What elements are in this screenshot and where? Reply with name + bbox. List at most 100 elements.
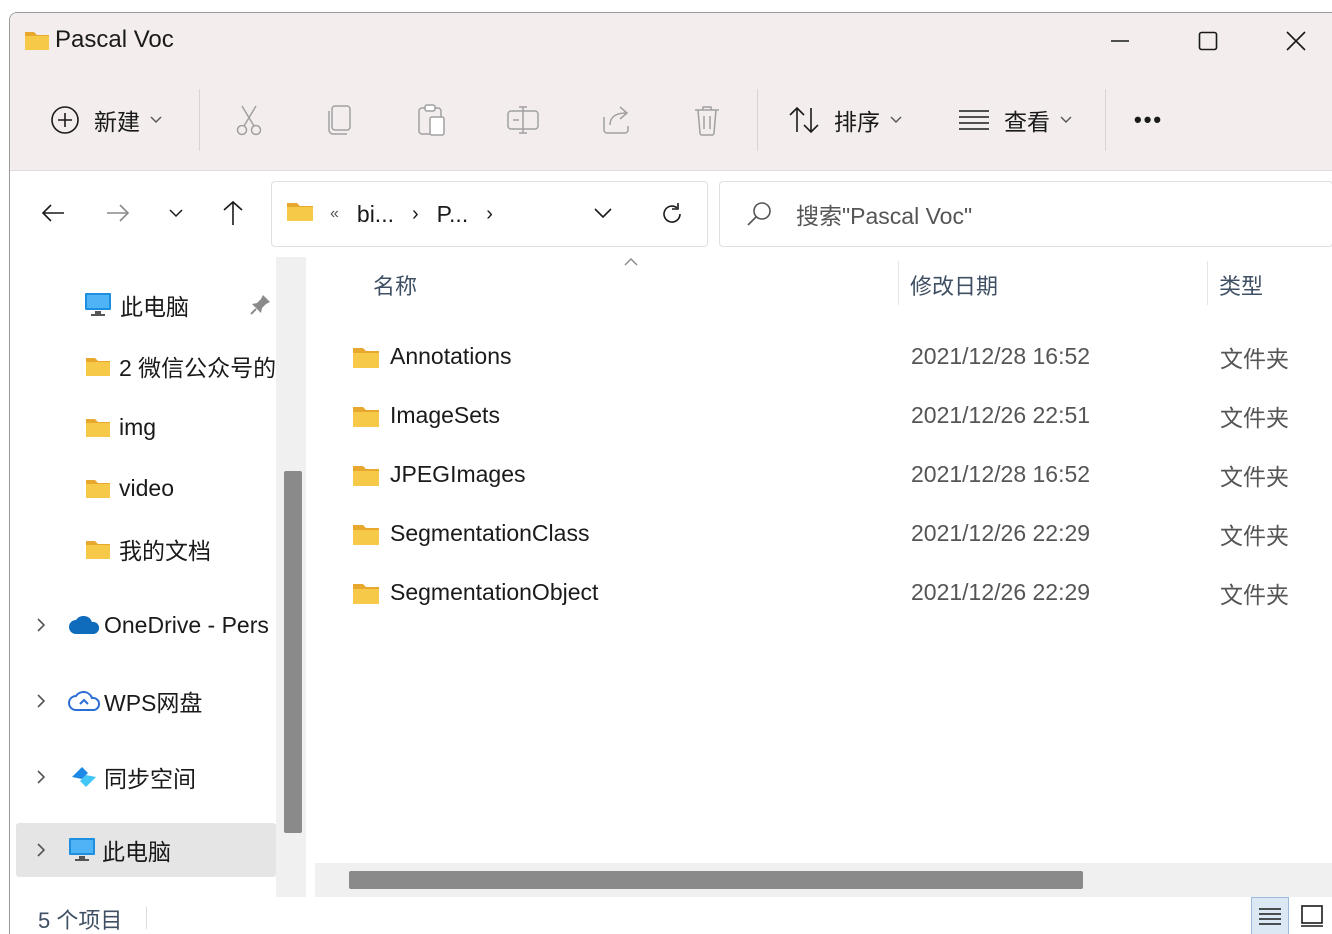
list-item[interactable]: ImageSets 2021/12/26 22:51 文件夹 (315, 386, 1332, 445)
sort-ascending-icon (624, 258, 638, 266)
column-header-type[interactable]: 类型 (1219, 257, 1263, 313)
breadcrumb-item[interactable]: P... (437, 201, 469, 228)
more-icon: ••• (1134, 107, 1164, 132)
cut-button[interactable] (234, 69, 264, 171)
sidebar-item-wechat-folder[interactable]: 2 微信公众号的 (10, 336, 280, 396)
status-bar: 5 个项目 (10, 897, 1332, 934)
minimize-button[interactable] (1076, 13, 1164, 69)
breadcrumb-separator-icon[interactable]: › (486, 203, 493, 226)
onedrive-cloud-icon (68, 614, 100, 636)
delete-icon (695, 106, 719, 136)
tiles-view-button[interactable] (1293, 897, 1331, 934)
toolbar-divider (199, 89, 200, 151)
file-list: 名称 修改日期 类型 Annotations 2021/12/28 16:52 … (315, 257, 1332, 897)
breadcrumb-overflow[interactable]: « (330, 205, 339, 223)
search-input[interactable]: 搜索"Pascal Voc" (796, 197, 972, 231)
expand-chevron-icon[interactable] (36, 769, 46, 785)
view-button[interactable]: 查看 (958, 69, 1072, 171)
sidebar-item-this-pc-pinned[interactable]: 此电脑 (10, 275, 280, 335)
refresh-button[interactable] (660, 202, 684, 231)
maximize-icon (1198, 31, 1218, 51)
column-header-name[interactable]: 名称 (373, 257, 417, 313)
chevron-down-icon (1060, 116, 1072, 123)
window-title: Pascal Voc (55, 26, 174, 53)
sidebar-item-wps-cloud[interactable]: WPS网盘 (10, 671, 280, 731)
column-divider[interactable] (1207, 261, 1208, 305)
cut-icon (236, 105, 262, 136)
file-date: 2021/12/28 16:52 (911, 343, 1091, 369)
file-list-horizontal-scrollbar[interactable] (315, 863, 1332, 897)
horizontal-scrollbar-thumb[interactable] (349, 871, 1083, 889)
list-item[interactable]: SegmentationObject 2021/12/26 22:29 文件夹 (315, 563, 1332, 622)
toolbar-divider (1105, 89, 1106, 151)
toolbar-divider (757, 89, 758, 151)
chevron-down-icon (594, 208, 612, 219)
sidebar-item-img[interactable]: img (10, 397, 280, 457)
sidebar-scrollbar[interactable] (276, 257, 306, 897)
file-explorer-window: Pascal Voc 新建 排序 查看 ••• « bi... › P... ›… (9, 12, 1332, 934)
file-type: 文件夹 (1220, 581, 1289, 608)
minimize-icon (1111, 40, 1129, 42)
file-name: SegmentationObject (390, 579, 599, 605)
search-icon (747, 202, 771, 226)
up-button[interactable] (208, 171, 258, 255)
breadcrumb-separator-icon[interactable]: › (412, 203, 419, 226)
sort-icon (789, 106, 819, 134)
sidebar-item-label: 此电脑 (102, 839, 171, 865)
forward-button[interactable] (93, 171, 143, 255)
expand-chevron-icon[interactable] (36, 617, 46, 633)
tiles-view-icon (1301, 905, 1323, 927)
column-divider[interactable] (898, 261, 899, 305)
file-name: ImageSets (390, 402, 500, 428)
copy-button[interactable] (326, 69, 354, 171)
sort-label: 排序 (834, 109, 880, 135)
rename-button[interactable] (506, 69, 540, 171)
recent-locations-button[interactable] (151, 171, 201, 255)
new-plus-icon (51, 106, 79, 134)
chevron-down-icon (150, 116, 162, 123)
more-button[interactable]: ••• (1134, 69, 1163, 171)
list-item[interactable]: Annotations 2021/12/28 16:52 文件夹 (315, 327, 1332, 386)
title-bar: Pascal Voc (10, 13, 1332, 69)
sort-button[interactable]: 排序 (788, 69, 902, 171)
delete-button[interactable] (693, 69, 721, 171)
file-type: 文件夹 (1220, 345, 1289, 372)
share-icon (603, 106, 629, 134)
copy-icon (328, 105, 351, 135)
search-box[interactable]: 搜索"Pascal Voc" (719, 181, 1332, 247)
file-type: 文件夹 (1220, 404, 1289, 431)
list-item[interactable]: JPEGImages 2021/12/28 16:52 文件夹 (315, 445, 1332, 504)
sync-space-icon (68, 765, 100, 789)
column-header-date[interactable]: 修改日期 (910, 257, 998, 313)
expand-chevron-icon[interactable] (36, 842, 46, 858)
sidebar-item-video[interactable]: video (10, 458, 280, 518)
expand-chevron-icon[interactable] (36, 693, 46, 709)
command-bar: 新建 排序 查看 ••• (10, 69, 1332, 171)
folder-icon (24, 29, 50, 56)
maximize-button[interactable] (1164, 13, 1252, 69)
item-count: 5 个项目 (38, 908, 123, 933)
sidebar-item-sync-space[interactable]: 同步空间 (10, 747, 280, 807)
back-button[interactable] (28, 171, 78, 255)
list-item[interactable]: SegmentationClass 2021/12/26 22:29 文件夹 (315, 504, 1332, 563)
file-date: 2021/12/26 22:29 (911, 579, 1091, 605)
folder-icon (353, 406, 379, 427)
new-button[interactable]: 新建 (50, 69, 162, 171)
close-icon (1286, 31, 1306, 51)
sidebar-item-my-documents[interactable]: 我的文档 (10, 519, 280, 579)
breadcrumb-item[interactable]: bi... (357, 201, 394, 228)
address-bar[interactable]: « bi... › P... › (271, 181, 708, 247)
new-label: 新建 (94, 109, 140, 135)
paste-button[interactable] (416, 69, 448, 171)
pin-icon[interactable] (250, 293, 272, 321)
close-button[interactable] (1252, 13, 1332, 69)
address-dropdown-button[interactable] (594, 206, 612, 224)
file-date: 2021/12/26 22:51 (911, 402, 1091, 428)
sidebar-item-this-pc[interactable]: 此电脑 (16, 823, 276, 877)
folder-icon (85, 538, 111, 560)
sidebar-item-onedrive[interactable]: OneDrive - Pers (10, 595, 280, 655)
share-button[interactable] (600, 69, 632, 171)
details-view-button[interactable] (1251, 897, 1289, 934)
folder-icon (286, 200, 314, 228)
sidebar-scrollbar-thumb[interactable] (284, 471, 302, 833)
